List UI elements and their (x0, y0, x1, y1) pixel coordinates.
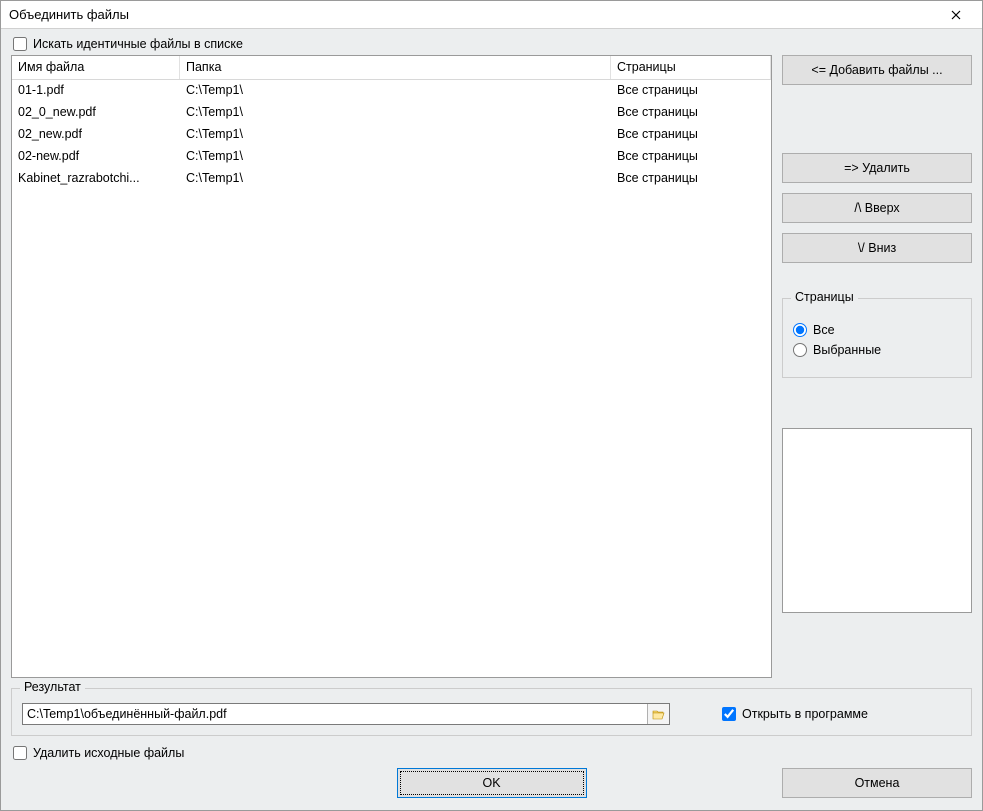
move-up-button[interactable]: /\ Вверх (782, 193, 972, 223)
spacer (782, 95, 972, 153)
delete-source-row: Удалить исходные файлы (11, 746, 972, 760)
cell-folder: C:\Temp1\ (180, 82, 611, 100)
cell-file: 01-1.pdf (12, 82, 180, 100)
cell-file: 02_new.pdf (12, 126, 180, 144)
search-identical-row: Искать идентичные файлы в списке (11, 37, 972, 51)
close-icon (951, 10, 961, 20)
table-row[interactable]: 02_new.pdfC:\Temp1\Все страницы (12, 124, 771, 146)
result-path-input[interactable] (23, 707, 647, 721)
folder-open-icon (652, 709, 666, 720)
pages-group-label: Страницы (791, 290, 858, 304)
remove-button[interactable]: => Удалить (782, 153, 972, 183)
window-title: Объединить файлы (9, 7, 936, 22)
cell-pages: Все страницы (611, 170, 771, 188)
merge-files-dialog: Объединить файлы Искать идентичные файлы… (0, 0, 983, 811)
table-row[interactable]: 01-1.pdfC:\Temp1\Все страницы (12, 80, 771, 102)
right-column: <= Добавить файлы ... => Удалить /\ Ввер… (782, 55, 972, 678)
result-path-field[interactable] (22, 703, 670, 725)
result-label: Результат (20, 680, 85, 694)
pages-all-radio[interactable] (793, 323, 807, 337)
delete-source-checkbox[interactable] (13, 746, 27, 760)
cell-pages: Все страницы (611, 148, 771, 166)
col-header-pages[interactable]: Страницы (611, 56, 771, 79)
cell-file: 02_0_new.pdf (12, 104, 180, 122)
cell-pages: Все страницы (611, 126, 771, 144)
pages-group: Страницы Все Выбранные (782, 298, 972, 378)
cell-pages: Все страницы (611, 82, 771, 100)
col-header-folder[interactable]: Папка (180, 56, 611, 79)
result-group: Результат Открыть в программе (11, 688, 972, 736)
left-column: Имя файла Папка Страницы 01-1.pdfC:\Temp… (11, 55, 772, 678)
cell-folder: C:\Temp1\ (180, 148, 611, 166)
search-identical-checkbox[interactable] (13, 37, 27, 51)
open-in-app-label[interactable]: Открыть в программе (742, 707, 868, 721)
cell-pages: Все страницы (611, 104, 771, 122)
pages-selected-label[interactable]: Выбранные (813, 343, 881, 357)
table-row[interactable]: 02_0_new.pdfC:\Temp1\Все страницы (12, 102, 771, 124)
close-button[interactable] (936, 4, 976, 26)
cell-folder: C:\Temp1\ (180, 170, 611, 188)
cell-file: Kabinet_razrabotchi... (12, 170, 180, 188)
preview-pane (782, 428, 972, 613)
cancel-button[interactable]: Отмена (782, 768, 972, 798)
move-down-button[interactable]: \/ Вниз (782, 233, 972, 263)
pages-selected-radio[interactable] (793, 343, 807, 357)
table-row[interactable]: Kabinet_razrabotchi...C:\Temp1\Все стран… (12, 168, 771, 190)
open-in-app-checkbox[interactable] (722, 707, 736, 721)
cell-folder: C:\Temp1\ (180, 104, 611, 122)
ok-button[interactable]: OK (397, 768, 587, 798)
file-list-body[interactable]: 01-1.pdfC:\Temp1\Все страницы02_0_new.pd… (12, 80, 771, 677)
table-row[interactable]: 02-new.pdfC:\Temp1\Все страницы (12, 146, 771, 168)
bottom-buttons: OK Отмена (11, 766, 972, 800)
file-list[interactable]: Имя файла Папка Страницы 01-1.pdfC:\Temp… (11, 55, 772, 678)
file-list-header[interactable]: Имя файла Папка Страницы (12, 56, 771, 80)
cell-file: 02-new.pdf (12, 148, 180, 166)
main-area: Имя файла Папка Страницы 01-1.pdfC:\Temp… (11, 55, 972, 678)
col-header-file[interactable]: Имя файла (12, 56, 180, 79)
cell-folder: C:\Temp1\ (180, 126, 611, 144)
pages-all-label[interactable]: Все (813, 323, 835, 337)
browse-button[interactable] (647, 704, 669, 724)
titlebar: Объединить файлы (1, 1, 982, 29)
dialog-body: Искать идентичные файлы в списке Имя фай… (1, 29, 982, 810)
open-in-app-row: Открыть в программе (720, 707, 868, 721)
delete-source-label[interactable]: Удалить исходные файлы (33, 746, 184, 760)
search-identical-label[interactable]: Искать идентичные файлы в списке (33, 37, 243, 51)
add-files-button[interactable]: <= Добавить файлы ... (782, 55, 972, 85)
